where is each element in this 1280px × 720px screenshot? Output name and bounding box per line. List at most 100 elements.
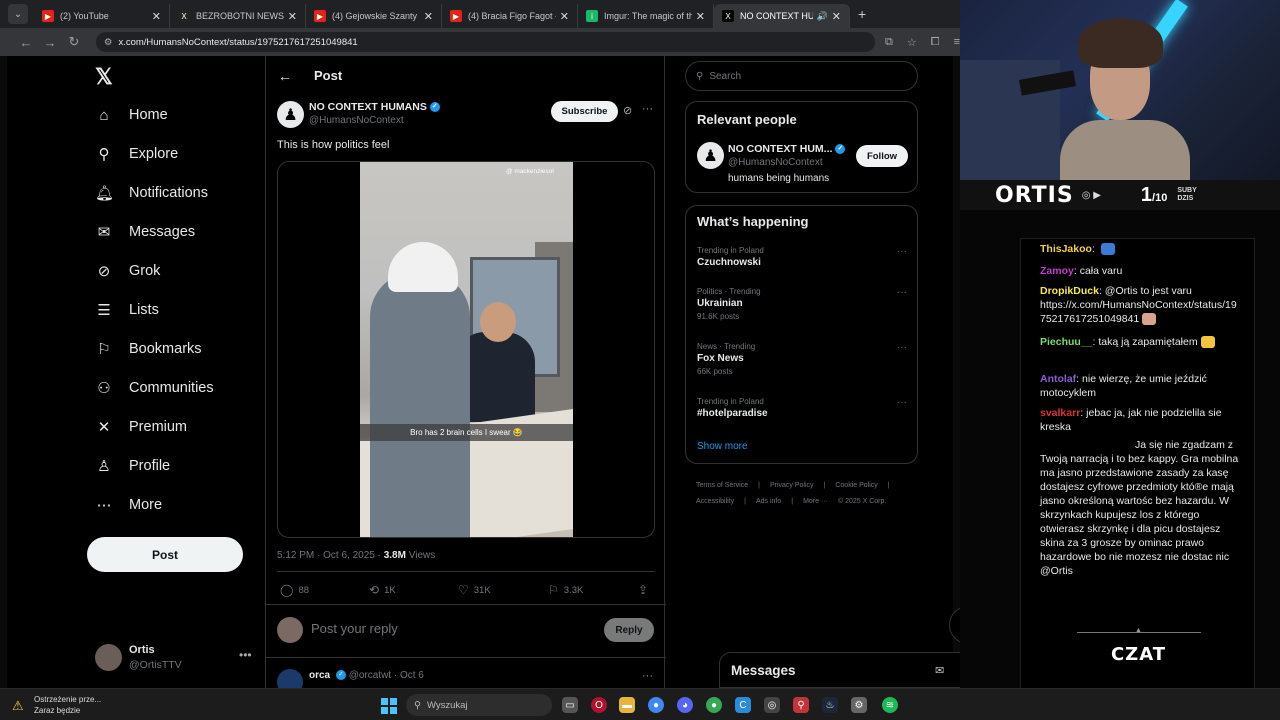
more-icon[interactable]: ··· (897, 342, 907, 353)
browser-tab[interactable]: ▶ (2) YouTube ✕ (34, 4, 170, 28)
nav-notifications[interactable]: 🔔︎ Notifications (95, 174, 208, 212)
spotify-icon[interactable]: ≋ (882, 697, 898, 713)
nav-bookmarks[interactable]: ⚐ Bookmarks (95, 330, 201, 368)
repost-action[interactable]: ⟲ 1K (369, 583, 396, 597)
messages-drawer[interactable]: Messages✉⌃ (719, 652, 984, 688)
footer-link[interactable]: Terms of Service (696, 482, 748, 489)
browser-tab[interactable]: i Imgur: The magic of the I ✕ (578, 4, 714, 28)
trend-item[interactable]: Politics · Trending Ukrainian 91.6K posts ·… (697, 287, 907, 321)
comment-avatar[interactable] (277, 669, 303, 688)
browser-tab[interactable]: ▶ (4) Bracia Figo Fagot - You ✕ (442, 4, 578, 28)
nav-more[interactable]: ⋯ More (95, 486, 163, 524)
reply-input[interactable]: Post your reply (311, 621, 398, 636)
account-name[interactable]: Ortis (129, 644, 155, 656)
author-name[interactable]: NO CONTEXT HUMANS ✓ (309, 101, 440, 113)
url-field[interactable]: ⚙ x.com/HumansNoContext/status/1975217617… (95, 32, 876, 52)
trend-item[interactable]: Trending in Poland #hotelparadise ··· (697, 397, 907, 419)
windows-start-icon[interactable] (381, 698, 397, 714)
like-action[interactable]: ♡ 31K (458, 583, 491, 597)
bookmark-action[interactable]: ⚐ 3.3K (548, 583, 583, 597)
site-info-icon[interactable]: ⚙ (104, 37, 113, 48)
more-icon[interactable]: ··· (897, 246, 907, 257)
browser-tab-active[interactable]: X NO CONTEXT HUMAN 🔊 ✕ (714, 4, 850, 28)
close-icon[interactable]: ✕ (832, 10, 841, 23)
close-icon[interactable]: ✕ (288, 10, 297, 23)
back-icon[interactable]: ← (14, 35, 38, 50)
extensions-icon[interactable]: ⧠ (931, 36, 940, 49)
video-player[interactable]: @ mackenziesol Bro has 2 brain cells I s… (360, 162, 573, 537)
footer-link[interactable]: Cookie Policy (835, 482, 877, 489)
more-icon[interactable]: ··· (897, 287, 907, 298)
footer-link[interactable]: Privacy Policy (770, 482, 814, 489)
obs-icon[interactable]: ◎ (764, 697, 780, 713)
tab-list-button[interactable]: ⌄ (8, 4, 28, 24)
share-action[interactable]: ⇪ (638, 583, 648, 597)
new-message-icon[interactable]: ✉ (935, 664, 944, 677)
reload-icon[interactable]: ↻ (62, 34, 86, 50)
nav-messages[interactable]: ✉ Messages (95, 213, 195, 251)
follow-button[interactable]: Follow (856, 145, 908, 167)
x-logo-icon[interactable]: 𝕏 (95, 64, 113, 90)
post-button[interactable]: Post (87, 537, 243, 572)
map-pin-icon[interactable]: ⚲ (793, 697, 809, 713)
comment-handle[interactable]: @orcatwt (349, 670, 391, 681)
opera-icon[interactable]: O (591, 697, 607, 713)
trend-item[interactable]: Trending in Poland Czuchnowski ··· (697, 246, 907, 268)
nav-lists[interactable]: ☰ Lists (95, 291, 159, 329)
install-icon[interactable]: ⧉ (885, 36, 893, 49)
trend-item[interactable]: News · Trending Fox News 66K posts ··· (697, 342, 907, 376)
grok-icon[interactable]: ⊘ (623, 104, 632, 117)
author-avatar[interactable]: ♟ (277, 101, 304, 128)
folder-icon[interactable]: ▬ (619, 697, 635, 713)
chrome-icon[interactable]: ● (648, 697, 664, 713)
back-arrow-icon[interactable]: ← (278, 68, 292, 84)
more-icon[interactable]: ··· (642, 103, 653, 115)
close-icon[interactable]: ✕ (152, 10, 161, 23)
nav-grok[interactable]: ⊘ Grok (95, 252, 161, 290)
star-icon[interactable]: ☆ (907, 36, 917, 49)
discord-icon[interactable]: ◕ (677, 697, 693, 713)
forward-icon[interactable]: → (38, 35, 62, 50)
author-handle[interactable]: @HumansNoContext (309, 115, 404, 126)
footer-link[interactable]: Accessibility (696, 498, 734, 505)
steam-icon[interactable]: ♨ (822, 697, 838, 713)
app-icon[interactable]: C (735, 697, 751, 713)
relevant-name-text: NO CONTEXT HUM... (728, 143, 833, 155)
subscribe-button[interactable]: Subscribe (551, 101, 618, 122)
show-more-link[interactable]: Show more (697, 441, 748, 452)
comment-author[interactable]: orca (309, 670, 330, 681)
more-icon[interactable]: ••• (239, 648, 252, 662)
post-time[interactable]: 5:12 PM · Oct 6, 2025 · (277, 550, 384, 561)
avatar[interactable]: ♟ (697, 142, 724, 169)
close-icon[interactable]: ✕ (560, 10, 569, 23)
nav-profile[interactable]: ♙ Profile (95, 447, 170, 485)
more-icon[interactable]: ··· (642, 670, 653, 682)
task-view-icon[interactable]: ▭ (562, 697, 578, 713)
relevant-name[interactable]: NO CONTEXT HUM... ✓ (728, 143, 846, 155)
nav-home[interactable]: ⌂ Home (95, 96, 167, 134)
account-handle[interactable]: @OrtisTTV (129, 659, 182, 671)
nav-communities[interactable]: ⚇ Communities (95, 369, 213, 407)
new-tab-icon[interactable]: + (858, 6, 866, 22)
reply-action[interactable]: ◯ 88 (280, 583, 309, 597)
avatar[interactable] (95, 644, 122, 671)
nav-explore[interactable]: ⚲ Explore (95, 135, 179, 173)
taskbar-search[interactable]: ⚲ Wyszukaj (406, 694, 552, 716)
warning-icon[interactable]: ⚠ (12, 698, 24, 714)
relevant-handle[interactable]: @HumansNoContext (728, 157, 823, 168)
settings-icon[interactable]: ⚙ (851, 697, 867, 713)
close-icon[interactable]: ✕ (696, 10, 705, 23)
speaker-icon[interactable]: 🔊 (817, 11, 828, 22)
close-icon[interactable]: ✕ (424, 10, 433, 23)
footer-link[interactable]: Ads info (756, 498, 781, 505)
more-icon[interactable]: ··· (897, 397, 907, 408)
chrome-icon[interactable]: ● (706, 697, 722, 713)
weather-alert[interactable]: Ostrzeżenie prze... Zaraz będzie (34, 694, 101, 716)
reply-button[interactable]: Reply (604, 618, 654, 642)
nav-premium[interactable]: ✕ Premium (95, 408, 187, 446)
footer-link[interactable]: More ··· (803, 498, 828, 505)
search-input[interactable]: ⚲ Search (685, 61, 918, 91)
browser-tab[interactable]: ▶ (4) Gejowskie Szanty (pro ✕ (306, 4, 442, 28)
browser-tab[interactable]: X BEZROBOTNI NEWS (@BE ✕ (170, 4, 306, 28)
post-media[interactable]: @ mackenziesol Bro has 2 brain cells I s… (277, 161, 655, 538)
